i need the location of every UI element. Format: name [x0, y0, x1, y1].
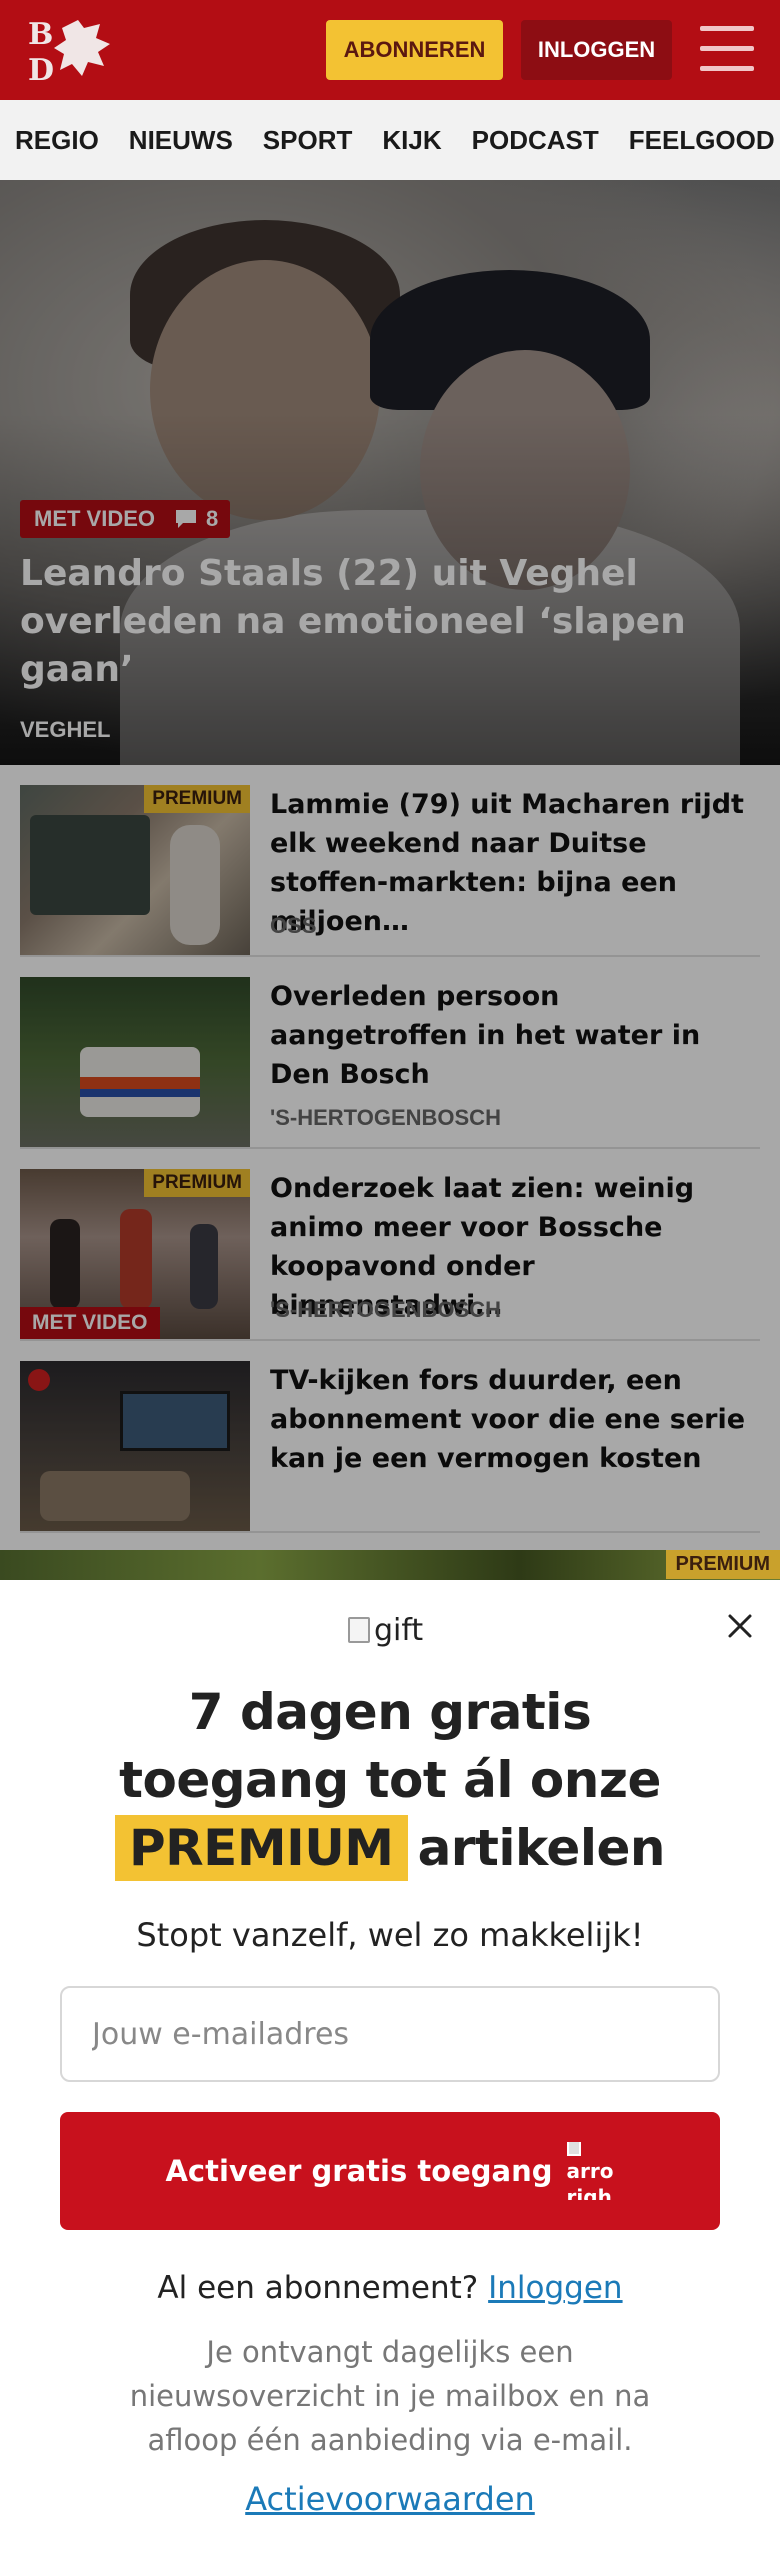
nav-item-sport[interactable]: SPORT	[263, 125, 353, 156]
nav-item-regio[interactable]: REGIO	[15, 125, 99, 156]
disclaimer-text: Je ontvangt dagelijks een nieuwsoverzich…	[129, 2335, 651, 2457]
gift-icon: gift	[348, 1610, 432, 1650]
nav-item-kijk[interactable]: KIJK	[382, 125, 441, 156]
activate-trial-button[interactable]: Activeer gratis toegang arro righ	[60, 2112, 720, 2230]
premium-tag: PREMIUM	[665, 1550, 780, 1579]
nav-item-feelgood[interactable]: FEELGOOD	[629, 125, 775, 156]
login-prompt: Al een abonnement? Inloggen	[0, 2270, 780, 2306]
broken-image-icon	[348, 1617, 370, 1643]
email-field[interactable]	[60, 1986, 720, 2082]
nav-item-nieuws[interactable]: NIEUWS	[129, 125, 233, 156]
headline-line-1: 7 dagen gratis	[188, 1683, 592, 1741]
premium-trial-modal: gift 7 dagen gratis toegang tot ál onze …	[0, 1580, 780, 2560]
premium-highlight: PREMIUM	[115, 1815, 408, 1881]
arrow-right-icon: arro righ	[566, 2142, 615, 2200]
login-button[interactable]: INLOGGEN	[521, 20, 672, 80]
gift-alt-text: gift	[374, 1612, 424, 1648]
site-header: B D ABONNEREN INLOGGEN	[0, 0, 780, 100]
modal-headline: 7 dagen gratis toegang tot ál onze PREMI…	[0, 1678, 780, 1882]
headline-line-3: PREMIUM artikelen	[0, 1814, 780, 1882]
nav-item-podcast[interactable]: PODCAST	[472, 125, 599, 156]
modal-backdrop[interactable]	[0, 180, 780, 1580]
hamburger-icon[interactable]	[700, 24, 754, 74]
login-prompt-text: Al een abonnement?	[157, 2270, 479, 2306]
login-link[interactable]: Inloggen	[488, 2270, 622, 2306]
bd-logo[interactable]: B D	[26, 14, 118, 88]
cta-label: Activeer gratis toegang	[165, 2154, 553, 2188]
headline-rest: artikelen	[417, 1819, 666, 1877]
terms-link[interactable]: Actievoorwaarden	[0, 2480, 780, 2518]
next-article-image	[0, 1550, 780, 1580]
modal-subline: Stopt vanzelf, wel zo makkelijk!	[136, 1916, 644, 1954]
close-icon[interactable]	[720, 1606, 760, 1646]
svg-text:D: D	[28, 53, 54, 86]
svg-text:B: B	[28, 17, 53, 52]
headline-line-2: toegang tot ál onze	[119, 1751, 661, 1809]
section-nav: REGIO NIEUWS SPORT KIJK PODCAST FEELGOOD	[0, 100, 780, 180]
subscribe-button[interactable]: ABONNEREN	[326, 20, 503, 80]
